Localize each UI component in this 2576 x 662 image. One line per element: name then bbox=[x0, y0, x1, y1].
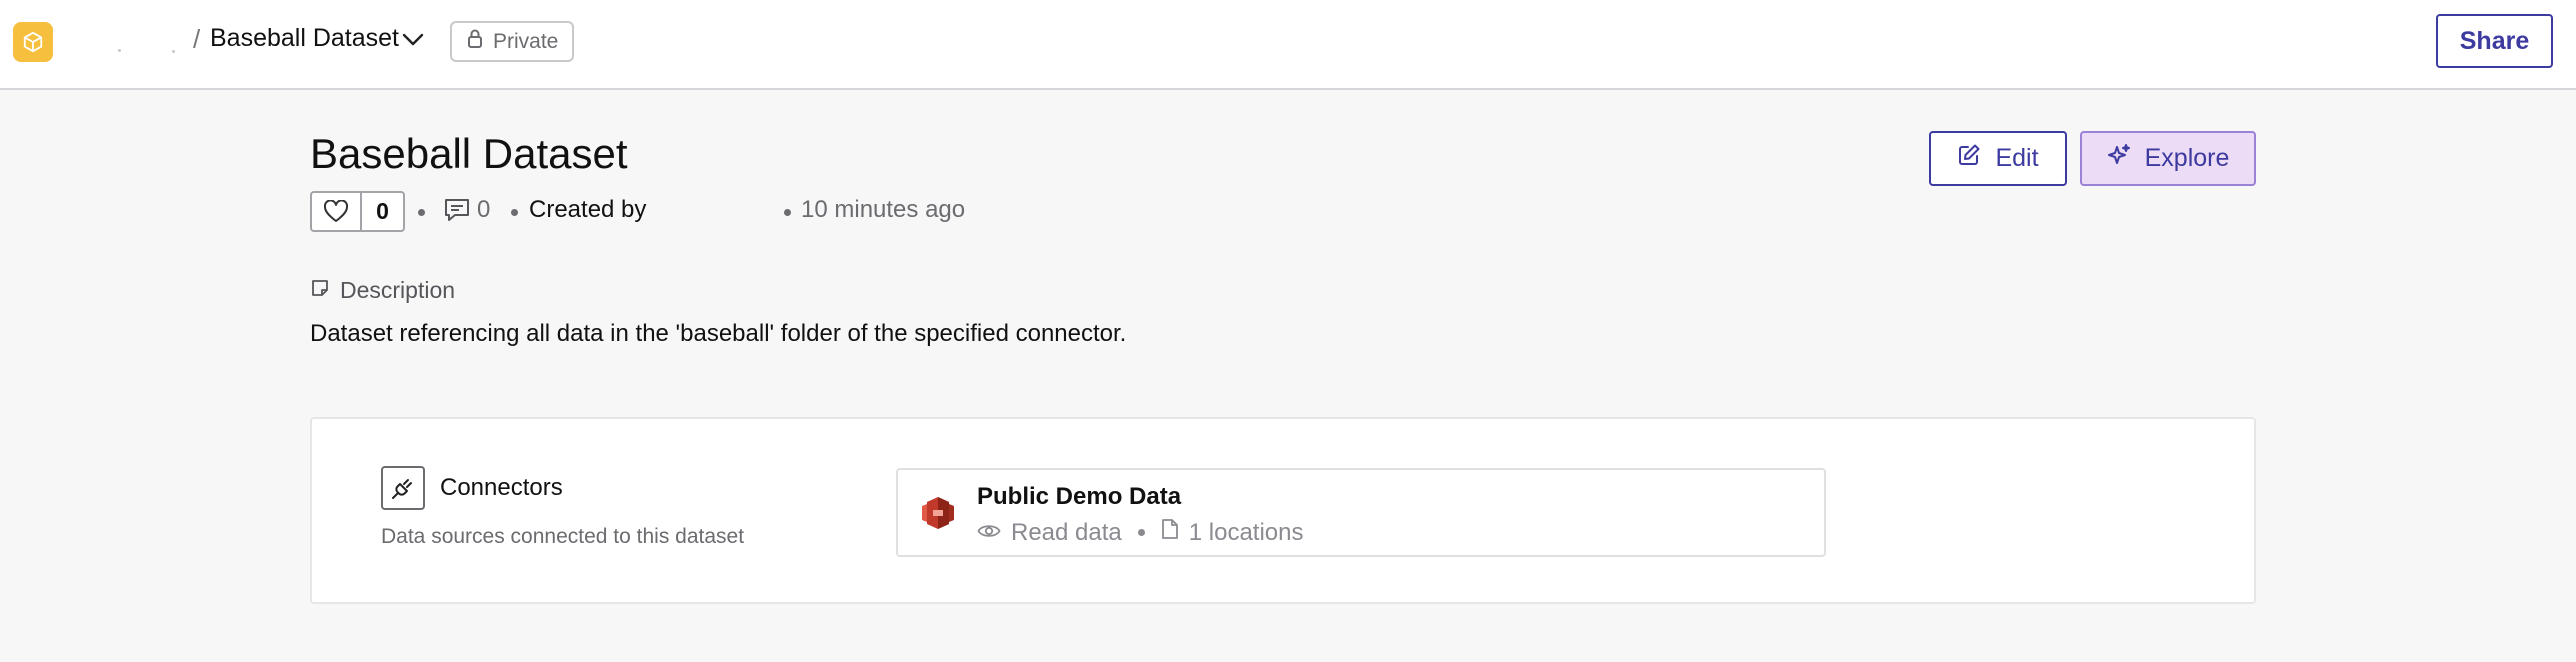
connector-meta: Read data 1 locations bbox=[977, 518, 1304, 547]
share-button[interactable]: Share bbox=[2436, 14, 2553, 68]
page-title: Baseball Dataset bbox=[310, 130, 628, 177]
connectors-title: Connectors bbox=[440, 474, 563, 501]
breadcrumb-separator: / bbox=[193, 24, 201, 54]
top-bar: / Baseball Dataset Private Share bbox=[0, 0, 2576, 90]
eye-icon bbox=[977, 519, 1001, 547]
connector-item[interactable]: Public Demo Data Read data 1 locations bbox=[896, 468, 1826, 557]
like-control[interactable]: 0 bbox=[310, 191, 405, 232]
explore-button[interactable]: Explore bbox=[2080, 131, 2256, 186]
separator-dot bbox=[511, 209, 518, 216]
note-icon bbox=[310, 277, 330, 304]
chevron-down-icon[interactable] bbox=[398, 28, 428, 52]
connectors-card: Connectors Data sources connected to thi… bbox=[310, 417, 2256, 604]
edit-label: Edit bbox=[1995, 144, 2039, 172]
explore-label: Explore bbox=[2144, 144, 2230, 172]
data-source-logo-icon bbox=[921, 494, 955, 532]
breadcrumb-dataset-name[interactable]: Baseball Dataset bbox=[210, 24, 399, 53]
created-by-label: Created by bbox=[529, 196, 647, 223]
connector-name[interactable]: Public Demo Data bbox=[977, 483, 1181, 511]
edit-button[interactable]: Edit bbox=[1929, 131, 2067, 186]
connectors-subtitle: Data sources connected to this dataset bbox=[381, 525, 745, 548]
description-label: Description bbox=[340, 277, 456, 303]
comment-count: 0 bbox=[477, 196, 491, 223]
created-time: 10 minutes ago bbox=[801, 196, 966, 223]
visibility-badge[interactable]: Private bbox=[450, 21, 574, 62]
like-count: 0 bbox=[376, 198, 389, 224]
pencil-icon bbox=[1957, 143, 1981, 174]
visibility-label: Private bbox=[493, 29, 559, 53]
separator-dot bbox=[418, 209, 425, 216]
plug-icon bbox=[381, 466, 425, 510]
app-logo-icon[interactable] bbox=[13, 22, 53, 62]
connector-locations: 1 locations bbox=[1188, 518, 1304, 546]
separator-dot bbox=[784, 209, 791, 216]
sparkle-icon bbox=[2107, 143, 2131, 174]
description-heading: Description bbox=[310, 277, 455, 304]
description-text: Dataset referencing all data in the 'bas… bbox=[310, 320, 1127, 347]
comment-icon[interactable] bbox=[443, 196, 471, 224]
file-icon bbox=[1161, 518, 1179, 547]
heart-icon[interactable] bbox=[312, 193, 362, 230]
separator-dot bbox=[1137, 529, 1145, 536]
lock-icon bbox=[467, 29, 483, 55]
breadcrumb-owner[interactable] bbox=[110, 49, 182, 53]
connector-access: Read data bbox=[1011, 518, 1122, 546]
